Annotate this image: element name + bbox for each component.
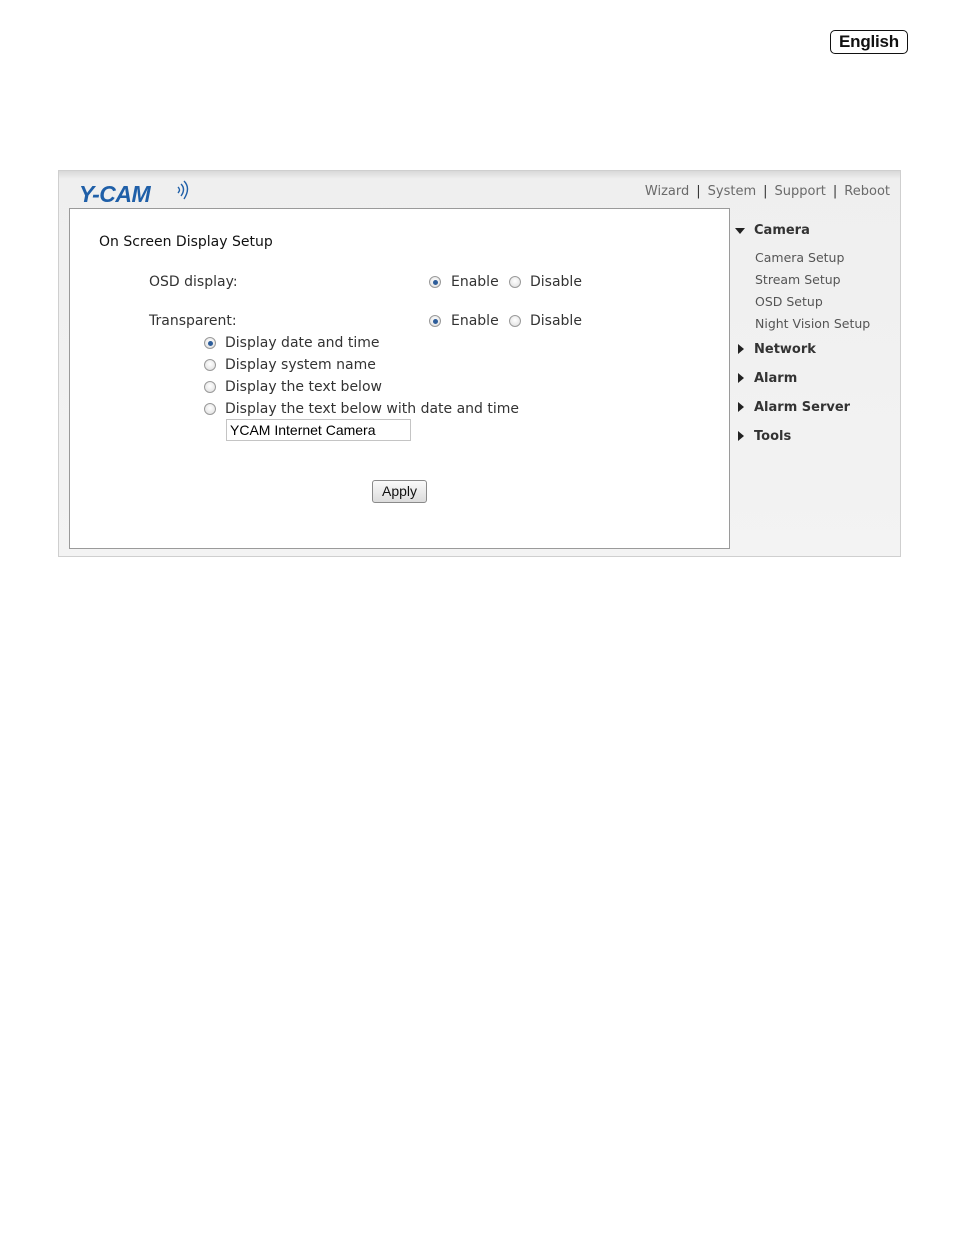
logo-wordmark: Y-CAM xyxy=(79,181,152,207)
language-button[interactable]: English xyxy=(830,30,908,54)
sidebar-item-alarm[interactable]: Alarm xyxy=(754,371,797,386)
display-system-name-radio[interactable] xyxy=(204,359,216,371)
sidebar-item-camera-setup[interactable]: Camera Setup xyxy=(755,250,844,265)
transparent-enable-label: Enable xyxy=(451,313,499,329)
display-text-date-time-radio[interactable] xyxy=(204,403,216,415)
osd-setup-panel: On Screen Display Setup OSD display: Ena… xyxy=(69,208,730,549)
triangle-right-icon xyxy=(738,402,744,412)
triangle-right-icon xyxy=(738,344,744,354)
display-option-label: Display the text below with date and tim… xyxy=(225,401,520,417)
signal-waves-icon xyxy=(177,180,189,200)
osd-enable-label: Enable xyxy=(451,274,499,290)
ycam-logo: Y-CAM xyxy=(79,179,194,207)
display-text-radio[interactable] xyxy=(204,381,216,393)
triangle-right-icon xyxy=(738,373,744,383)
page-title: On Screen Display Setup xyxy=(99,234,273,250)
nav-reboot[interactable]: Reboot xyxy=(844,184,890,199)
nav-system[interactable]: System xyxy=(708,184,756,199)
sidebar-item-tools[interactable]: Tools xyxy=(754,429,791,444)
sidebar-item-network[interactable]: Network xyxy=(754,342,816,357)
osd-display-label: OSD display: xyxy=(149,274,238,290)
sidebar-item-osd-setup[interactable]: OSD Setup xyxy=(755,294,823,309)
display-date-time-radio[interactable] xyxy=(204,337,216,349)
nav-separator: | xyxy=(832,184,838,199)
top-nav: Wizard | System | Support | Reboot xyxy=(645,184,890,199)
apply-button[interactable]: Apply xyxy=(372,480,427,503)
display-option-label: Display system name xyxy=(225,357,376,373)
sidebar-item-stream-setup[interactable]: Stream Setup xyxy=(755,272,841,287)
sidebar-item-camera[interactable]: Camera xyxy=(754,223,810,238)
transparent-label: Transparent: xyxy=(149,313,237,329)
nav-wizard[interactable]: Wizard xyxy=(645,184,689,199)
transparent-enable-radio[interactable] xyxy=(429,315,441,327)
nav-support[interactable]: Support xyxy=(775,184,826,199)
camera-web-ui: Y-CAM Wizard | System | Support | Reboot On Sc… xyxy=(58,170,901,557)
transparent-disable-radio[interactable] xyxy=(509,315,521,327)
osd-enable-radio[interactable] xyxy=(429,276,441,288)
nav-separator: | xyxy=(696,184,701,199)
osd-disable-radio[interactable] xyxy=(509,276,521,288)
nav-separator: | xyxy=(763,184,768,199)
osd-disable-label: Disable xyxy=(530,274,582,290)
transparent-disable-label: Disable xyxy=(530,313,582,329)
sidebar-item-night-vision-setup[interactable]: Night Vision Setup xyxy=(755,316,870,331)
osd-text-input[interactable]: YCAM Internet Camera xyxy=(226,419,411,441)
triangle-down-icon xyxy=(735,228,745,234)
display-option-label: Display the text below xyxy=(225,379,382,395)
triangle-right-icon xyxy=(738,431,744,441)
display-option-label: Display date and time xyxy=(225,335,380,351)
sidebar-item-alarm-server[interactable]: Alarm Server xyxy=(754,400,850,415)
